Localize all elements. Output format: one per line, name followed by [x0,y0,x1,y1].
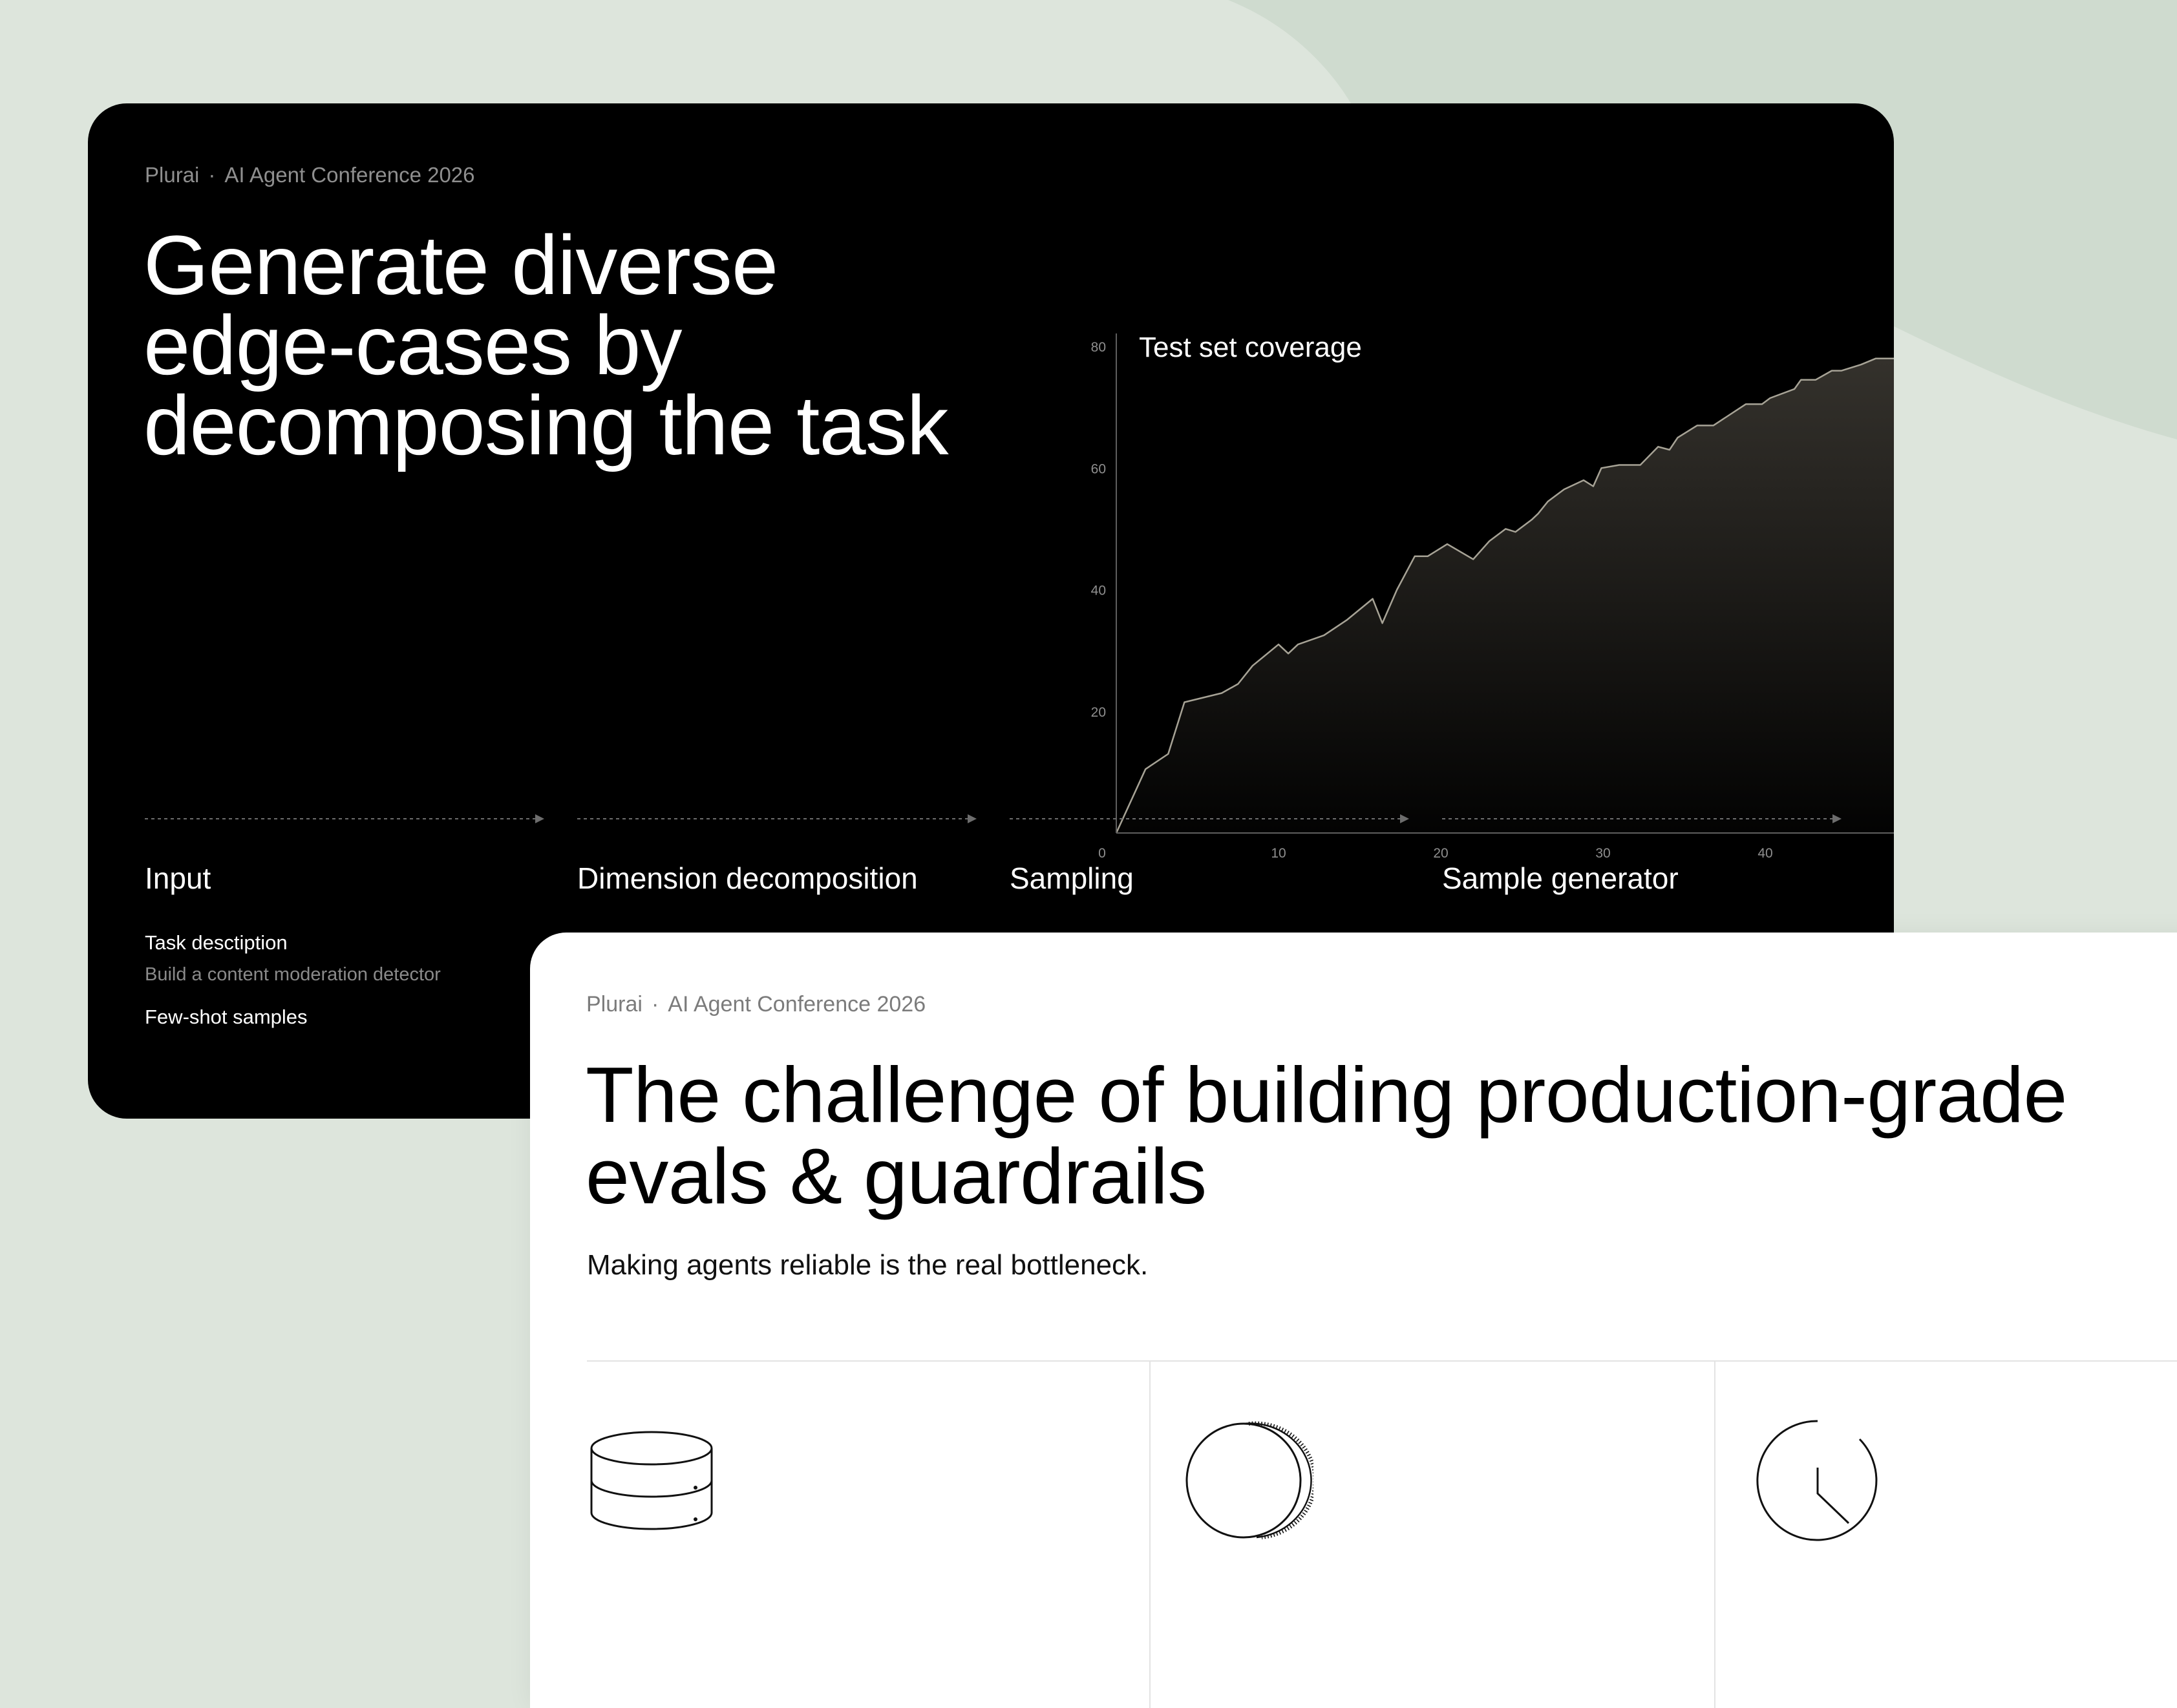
slide-brand: Plurai · AI Agent Conference 2026 [586,992,926,1017]
y-tick-label: 40 [1091,584,1106,598]
task-description-label: Task desctiption [145,931,288,954]
flow-arrow-1 [145,814,544,823]
x-tick-label: 0 [1098,846,1106,861]
x-tick-label: 30 [1595,846,1610,861]
y-tick-label: 60 [1091,461,1106,476]
coin-icon [1185,1421,1313,1539]
brand-event: AI Agent Conference 2026 [668,992,926,1017]
brand-event: AI Agent Conference 2026 [224,163,475,187]
step-sampling: Sampling [1010,861,1134,895]
title-line-2: evals & guardrails [586,1132,1207,1220]
slide-title: Generate diverse edge-cases by decomposi… [143,223,1048,467]
y-tick-label: 20 [1091,705,1106,720]
brand-separator: · [651,992,659,1017]
task-description-value: Build a content moderation detector [145,964,441,985]
flow-arrow-4 [1442,814,1842,823]
flow-arrow-2 [577,814,977,823]
x-tick-label: 20 [1433,846,1448,861]
slide-brand: Plurai · AI Agent Conference 2026 [145,163,475,187]
y-tick-label: 80 [1091,340,1106,355]
divider [587,1360,2177,1362]
flow-arrow-3 [1010,814,1409,823]
chart-title: Test set coverage [1139,332,1362,363]
slide-subtitle: Making agents reliable is the real bottl… [587,1249,1149,1281]
column-divider [1149,1362,1151,1708]
x-tick-label: 10 [1271,846,1286,861]
clock-icon [1756,1420,1878,1541]
database-icon [590,1431,713,1530]
column-divider [1714,1362,1715,1708]
step-input: Input [145,861,211,895]
title-line-1: The challenge of building production-gra… [586,1051,2067,1139]
chart-area [1116,358,1894,833]
step-dimension-decomposition: Dimension decomposition [577,861,918,895]
few-shot-samples-label: Few-shot samples [145,1006,308,1028]
brand-name: Plurai [145,163,200,187]
coverage-chart: 204060800 10 20 30 40 50Test set coverage [1091,332,1894,861]
x-tick-label: 40 [1758,846,1772,861]
brand-name: Plurai [586,992,642,1017]
title-line-3: decomposing the task [143,378,949,472]
light-slide: Plurai · AI Agent Conference 2026 The chal… [530,933,2177,1708]
brand-separator: · [208,163,216,187]
slide-title: The challenge of building production-gra… [586,1054,2177,1217]
step-sample-generator: Sample generator [1442,861,1679,895]
